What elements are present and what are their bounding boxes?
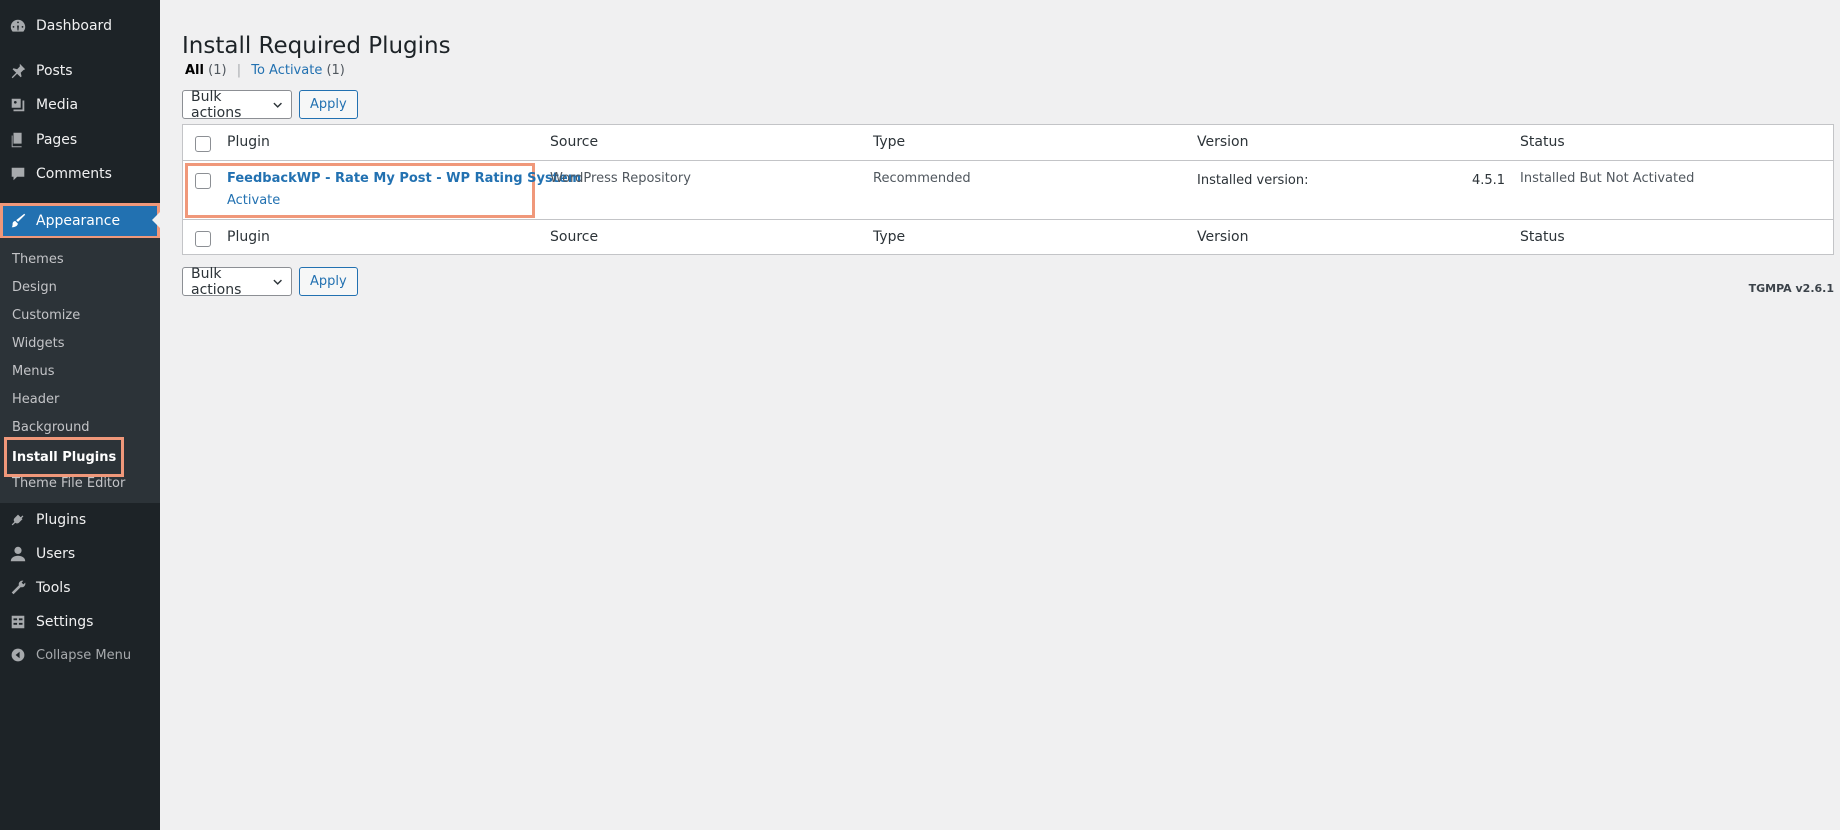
status-cell: Installed But Not Activated (1520, 171, 1695, 186)
bulk-actions-select-bottom[interactable]: Bulk actions (182, 265, 292, 298)
menu-media-label: Media (36, 97, 79, 113)
table-footer: Plugin Source Type Version Status (183, 219, 1833, 255)
submenu-customize[interactable]: Customize (12, 304, 80, 326)
user-icon (0, 537, 36, 571)
menu-appearance-label: Appearance (36, 213, 121, 229)
footer-column-status[interactable]: Status (1520, 229, 1565, 245)
menu-posts-label: Posts (36, 63, 73, 79)
submenu-themes[interactable]: Themes (12, 248, 64, 270)
admin-sidebar: Dashboard Posts Media Pages Comments App… (0, 0, 160, 830)
plug-icon (0, 503, 36, 537)
collapse-icon (0, 638, 36, 672)
footer-column-version[interactable]: Version (1197, 229, 1248, 245)
bulk-actions-label-bottom: Bulk actions (191, 265, 242, 298)
chevron-down-icon (273, 279, 282, 285)
select-all-checkbox-footer[interactable] (195, 231, 211, 247)
column-status[interactable]: Status (1520, 134, 1565, 150)
plugins-table: Plugin Source Type Version Status Feedba… (182, 124, 1834, 255)
view-to-activate-count: (1) (326, 63, 345, 78)
wrench-icon (0, 571, 36, 605)
column-source[interactable]: Source (550, 134, 598, 150)
dashboard-icon (0, 9, 36, 43)
table-header: Plugin Source Type Version Status (183, 125, 1833, 161)
table-row: FeedbackWP - Rate My Post - WP Rating Sy… (183, 161, 1833, 219)
source-cell: WordPress Repository (550, 171, 691, 186)
view-separator: | (236, 63, 242, 78)
plugin-cell: FeedbackWP - Rate My Post - WP Rating Sy… (227, 171, 581, 186)
menu-posts[interactable]: Posts (0, 54, 160, 88)
view-all-link[interactable]: All (185, 63, 204, 78)
view-all-count: (1) (208, 63, 227, 78)
menu-users-label: Users (36, 546, 76, 562)
collapse-menu-button[interactable]: Collapse Menu (0, 638, 160, 672)
menu-comments[interactable]: Comments (0, 157, 160, 191)
bulk-actions-label: Bulk actions (191, 88, 242, 121)
chevron-down-icon (273, 102, 282, 108)
menu-dashboard-label: Dashboard (36, 18, 112, 34)
tablenav-bottom: Bulk actions Apply (182, 265, 358, 298)
menu-settings-label: Settings (36, 614, 94, 630)
installed-version-label: Installed version: (1197, 173, 1309, 188)
settings-icon (0, 605, 36, 639)
menu-users[interactable]: Users (0, 537, 160, 571)
submenu-widgets[interactable]: Widgets (12, 332, 65, 354)
view-to-activate-link[interactable]: To Activate (251, 63, 322, 78)
menu-pages[interactable]: Pages (0, 123, 160, 157)
footer-column-source[interactable]: Source (550, 229, 598, 245)
type-cell: Recommended (873, 171, 971, 186)
activate-link[interactable]: Activate (227, 193, 280, 208)
bulk-actions-select-top[interactable]: Bulk actions (182, 88, 292, 121)
pin-icon (0, 54, 36, 88)
comment-icon (0, 157, 36, 191)
menu-dashboard[interactable]: Dashboard (0, 9, 160, 43)
row-checkbox[interactable] (195, 173, 211, 189)
plugin-name-link[interactable]: FeedbackWP - Rate My Post - WP Rating Sy… (227, 171, 581, 186)
apply-button-bottom[interactable]: Apply (299, 267, 358, 296)
menu-tools[interactable]: Tools (0, 571, 160, 605)
appearance-submenu: Themes Design Customize Widgets Menus He… (0, 238, 160, 503)
column-version[interactable]: Version (1197, 134, 1248, 150)
installed-version-value: 4.5.1 (1472, 173, 1506, 188)
menu-comments-label: Comments (36, 166, 112, 182)
footer-column-plugin[interactable]: Plugin (227, 229, 270, 245)
submenu-install-plugins[interactable]: Install Plugins (4, 437, 125, 477)
collapse-menu-label: Collapse Menu (36, 647, 132, 663)
apply-button-top[interactable]: Apply (299, 90, 358, 119)
menu-plugins[interactable]: Plugins (0, 503, 160, 537)
view-filters: All (1) | To Activate (1) (185, 63, 345, 78)
submenu-menus[interactable]: Menus (12, 360, 54, 382)
brush-icon (0, 204, 36, 238)
menu-appearance[interactable]: Appearance (0, 203, 160, 239)
column-type[interactable]: Type (873, 134, 905, 150)
menu-tools-label: Tools (36, 580, 71, 596)
media-icon (0, 88, 36, 122)
current-arrow (152, 212, 160, 228)
submenu-design[interactable]: Design (12, 276, 57, 298)
pages-icon (0, 123, 36, 157)
column-plugin[interactable]: Plugin (227, 134, 270, 150)
menu-plugins-label: Plugins (36, 512, 87, 528)
submenu-theme-file-editor[interactable]: Theme File Editor (12, 472, 125, 494)
page-title: Install Required Plugins (182, 33, 451, 60)
submenu-header[interactable]: Header (12, 388, 59, 410)
tablenav-top: Bulk actions Apply (182, 88, 358, 121)
submenu-background[interactable]: Background (12, 416, 90, 438)
tgmpa-version: TGMPA v2.6.1 (1748, 282, 1834, 295)
menu-media[interactable]: Media (0, 88, 160, 122)
menu-settings[interactable]: Settings (0, 605, 160, 639)
main-content: Install Required Plugins All (1) | To Ac… (182, 0, 1834, 830)
menu-pages-label: Pages (36, 132, 78, 148)
footer-column-type[interactable]: Type (873, 229, 905, 245)
select-all-checkbox[interactable] (195, 136, 211, 152)
